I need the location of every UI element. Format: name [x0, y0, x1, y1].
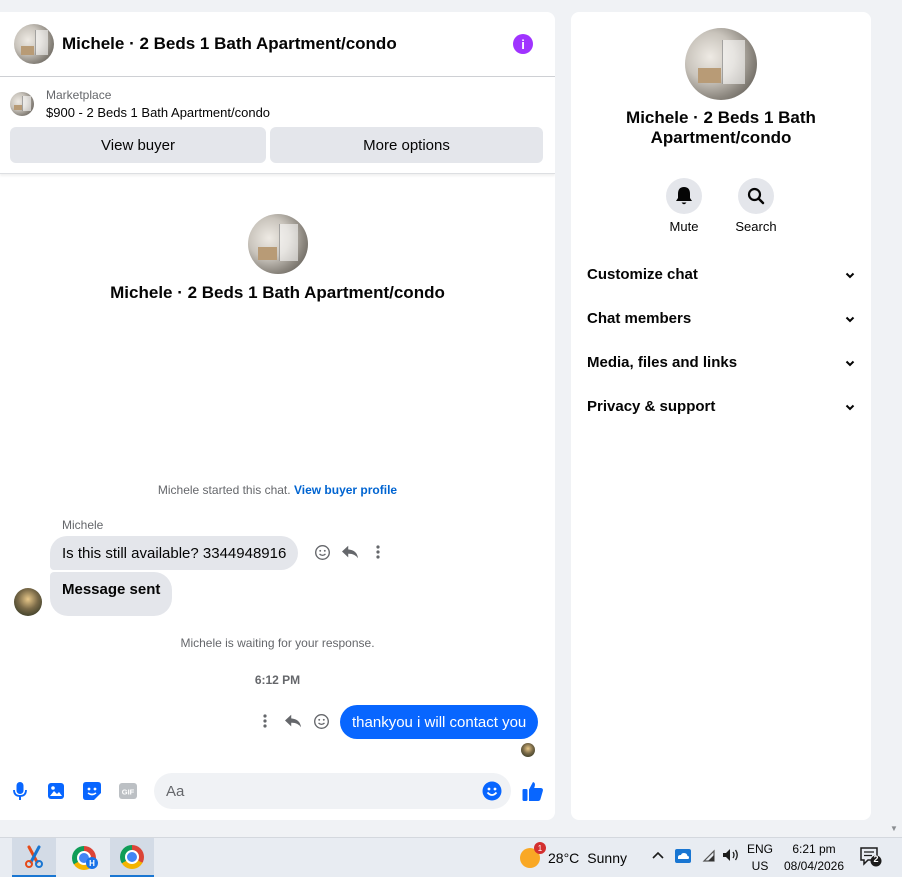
temperature: 28°C	[548, 850, 580, 866]
keyboard-layout: US	[751, 859, 769, 873]
info-title: Michele · 2 Beds 1 Bath Apartment/condo	[626, 108, 816, 147]
photo-icon[interactable]	[46, 781, 66, 801]
info-icon[interactable]: i	[513, 34, 533, 54]
media-files-links-section[interactable]: Media, files and links	[587, 351, 855, 373]
microphone-icon[interactable]	[10, 781, 30, 801]
page-scrollbar[interactable]: ▼	[886, 0, 902, 837]
sun-icon: 1	[520, 842, 546, 868]
chevron-down-icon	[845, 310, 855, 327]
search-label: Search	[735, 219, 777, 234]
incoming-message[interactable]: Is this still available? 3344948916	[50, 536, 299, 570]
clock-time: 6:21 pm	[792, 842, 836, 856]
section-label: Customize chat	[587, 265, 698, 283]
react-icon[interactable]	[312, 712, 330, 730]
info-avatar[interactable]	[685, 28, 757, 100]
chat-title[interactable]: Michele · 2 Beds 1 Bath Apartment/condo	[62, 34, 513, 54]
message-timestamp: 6:12 PM	[254, 673, 301, 687]
message-actions	[313, 543, 387, 561]
clock-date: 08/04/2026	[783, 859, 845, 873]
seen-receipt-avatar	[521, 743, 535, 757]
message-composer: GIF	[0, 762, 555, 820]
chevron-up-icon[interactable]	[651, 848, 665, 863]
marketplace-listing[interactable]: Marketplace $900 - 2 Beds 1 Bath Apartme…	[0, 77, 555, 121]
outgoing-message[interactable]: thankyou i will contact you	[340, 705, 539, 739]
section-label: Media, files and links	[587, 353, 738, 371]
intro-title: Michele · 2 Beds 1 Bath Apartment/condo	[110, 283, 445, 302]
sticker-icon[interactable]	[82, 781, 102, 801]
chat-panel: Michele · 2 Beds 1 Bath Apartment/condo …	[0, 12, 555, 820]
wifi-icon[interactable]	[700, 848, 716, 865]
view-buyer-profile-link[interactable]: View buyer profile	[294, 483, 397, 497]
language-indicator[interactable]: ENG US	[744, 841, 776, 875]
incoming-message[interactable]: Message sent	[50, 572, 173, 616]
svg-text:GIF: GIF	[122, 788, 135, 797]
reply-icon[interactable]	[284, 712, 302, 730]
intro-avatar	[247, 214, 308, 274]
bell-icon	[666, 178, 702, 214]
sender-name: Michele	[62, 518, 104, 532]
conversation-info-panel: Michele · 2 Beds 1 Bath Apartment/condo …	[571, 12, 871, 820]
profile-badge: H	[86, 857, 98, 869]
marketplace-actions: View buyer More options	[0, 121, 555, 174]
chrome-profile-app[interactable]: H	[62, 838, 106, 877]
sender-avatar[interactable]	[14, 588, 42, 616]
react-icon[interactable]	[313, 543, 331, 561]
weather-badge: 1	[534, 842, 546, 854]
like-icon[interactable]	[521, 779, 545, 803]
chevron-down-icon	[845, 398, 855, 415]
chat-avatar[interactable]	[14, 24, 54, 64]
view-buyer-button[interactable]: View buyer	[10, 127, 266, 163]
scroll-down-icon[interactable]: ▼	[890, 824, 898, 833]
customize-chat-section[interactable]: Customize chat	[587, 263, 855, 285]
reply-icon[interactable]	[341, 543, 359, 561]
listing-description: $900 - 2 Beds 1 Bath Apartment/condo	[46, 105, 271, 120]
chevron-down-icon	[845, 266, 855, 283]
gif-icon[interactable]: GIF	[118, 781, 138, 801]
marketplace-label: Marketplace	[46, 88, 112, 102]
section-label: Chat members	[587, 309, 692, 327]
chat-header: Michele · 2 Beds 1 Bath Apartment/condo …	[0, 12, 555, 77]
emoji-icon[interactable]	[482, 781, 502, 801]
notification-center-icon[interactable]: 2	[860, 847, 882, 870]
waiting-note: Michele is waiting for your response.	[180, 636, 375, 650]
section-label: Privacy & support	[587, 397, 716, 415]
weather-widget[interactable]: 1 28°C Sunny	[520, 842, 627, 868]
message-input[interactable]	[154, 773, 511, 809]
mute-label: Mute	[669, 219, 699, 234]
chevron-down-icon	[845, 354, 855, 371]
more-icon[interactable]	[256, 712, 274, 730]
outgoing-message-actions	[256, 712, 330, 730]
mute-button[interactable]: Mute	[654, 178, 714, 234]
volume-icon[interactable]	[722, 848, 740, 865]
search-icon	[738, 178, 774, 214]
onedrive-icon[interactable]	[674, 848, 692, 867]
more-options-button[interactable]: More options	[270, 127, 543, 163]
snipping-tool-app[interactable]	[12, 838, 56, 877]
started-text: Michele started this chat.	[157, 483, 291, 497]
notification-count: 2	[873, 854, 879, 864]
chat-members-section[interactable]: Chat members	[587, 307, 855, 329]
windows-taskbar: H 1 28°C Sunny ENG US 6:21 pm 08/04/2026…	[0, 837, 902, 877]
chat-intro: Michele · 2 Beds 1 Bath Apartment/condo	[0, 214, 555, 303]
clock[interactable]: 6:21 pm 08/04/2026	[780, 841, 848, 875]
chat-started-note: Michele started this chat. View buyer pr…	[0, 483, 555, 497]
weather-condition: Sunny	[587, 850, 627, 866]
more-icon[interactable]	[369, 543, 387, 561]
language-code: ENG	[746, 842, 773, 856]
listing-thumbnail	[10, 92, 34, 116]
chrome-icon	[120, 844, 144, 869]
chrome-app[interactable]	[110, 838, 154, 877]
privacy-support-section[interactable]: Privacy & support	[587, 395, 855, 417]
search-button[interactable]: Search	[726, 178, 786, 234]
